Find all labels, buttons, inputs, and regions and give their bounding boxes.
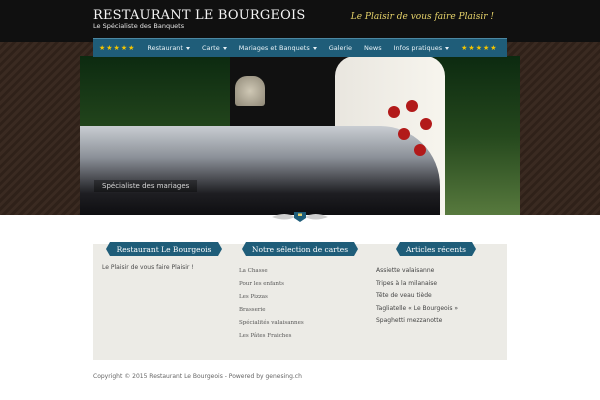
- rose: [420, 118, 432, 130]
- nav-item-infos[interactable]: Infos pratiques: [388, 39, 456, 57]
- main-navigation: ★★★★★ Restaurant Carte Mariages et Banqu…: [93, 38, 507, 57]
- recent-articles-list: Assiette valaisanne Tripes à la milanais…: [376, 267, 458, 330]
- site-header: RESTAURANT LE BOURGEOIS Le Spécialiste d…: [0, 0, 600, 42]
- chevron-down-icon: [312, 46, 317, 50]
- site-tagline: Le Plaisir de vous faire Plaisir !: [350, 12, 494, 22]
- nav-item-restaurant[interactable]: Restaurant: [141, 39, 196, 57]
- rose: [398, 128, 410, 140]
- bouquet: [380, 96, 440, 176]
- list-item[interactable]: Tagliatelle « Le Bourgeois »: [376, 305, 458, 318]
- rating-stars-left: ★★★★★: [99, 44, 136, 52]
- list-item[interactable]: Assiette valaisanne: [376, 267, 458, 280]
- chevron-down-icon: [185, 46, 190, 50]
- nav-item-news[interactable]: News: [358, 39, 388, 57]
- chevron-down-icon: [222, 46, 227, 50]
- widget-title-restaurant: Restaurant Le Bourgeois: [106, 242, 222, 256]
- rose: [414, 144, 426, 156]
- widget-title-recent: Articles récents: [396, 242, 476, 256]
- list-item[interactable]: Tripes à la milanaise: [376, 280, 458, 293]
- hero-slideshow[interactable]: Spécialiste des mariages: [80, 56, 520, 216]
- list-item[interactable]: Spaghetti mezzanotte: [376, 317, 458, 330]
- list-item[interactable]: Pour les enfants: [239, 281, 304, 294]
- nav-item-carte[interactable]: Carte: [196, 39, 233, 57]
- rose: [388, 106, 400, 118]
- site-title[interactable]: RESTAURANT LE BOURGEOIS: [93, 8, 305, 23]
- ornament-icon: [272, 212, 328, 222]
- widget-title-cartes: Notre sélection de cartes: [242, 242, 358, 256]
- cartes-list: La Chasse Pour les enfants Les Pizzas Br…: [239, 268, 304, 346]
- list-item[interactable]: La Chasse: [239, 268, 304, 281]
- rose: [406, 100, 418, 112]
- footer-copyright: Copyright © 2015 Restaurant Le Bourgeois…: [93, 373, 302, 380]
- list-item[interactable]: Les Pâtes Fraiches: [239, 333, 304, 346]
- list-item[interactable]: Spécialités valaisannes: [239, 320, 304, 333]
- nav-item-galerie[interactable]: Galerie: [323, 39, 358, 57]
- chevron-down-icon: [445, 46, 450, 50]
- restaurant-text: Le Plaisir de vous faire Plaisir !: [102, 264, 194, 271]
- slide-caption: Spécialiste des mariages: [94, 180, 198, 192]
- rating-stars-right: ★★★★★: [461, 44, 498, 52]
- list-item[interactable]: Brasserie: [239, 307, 304, 320]
- list-item[interactable]: Les Pizzas: [239, 294, 304, 307]
- car-ornament: [235, 76, 265, 106]
- list-item[interactable]: Tête de veau tiède: [376, 292, 458, 305]
- nav-item-mariages[interactable]: Mariages et Banquets: [233, 39, 323, 57]
- site-subtitle: Le Spécialiste des Banquets: [93, 22, 185, 30]
